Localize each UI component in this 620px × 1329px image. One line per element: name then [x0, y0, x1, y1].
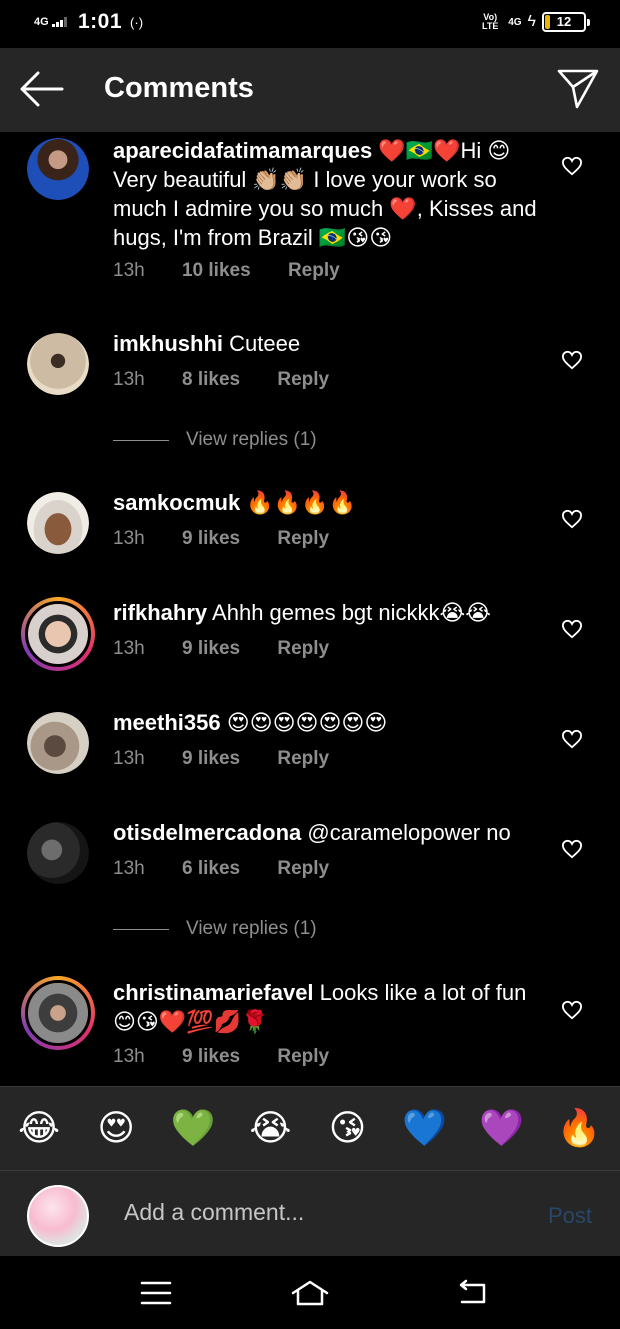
- charging-icon: ϟ: [527, 13, 536, 30]
- reply-button[interactable]: Reply: [277, 638, 329, 659]
- avatar[interactable]: [27, 712, 89, 774]
- comment-text: 😍😍😍😍😍😍😍: [220, 710, 388, 735]
- comment-likes[interactable]: 9 likes: [182, 528, 240, 549]
- avatar[interactable]: [27, 333, 89, 395]
- comment-text: @caramelopower no: [301, 820, 511, 845]
- volte-indicator: Vo) LTE: [482, 12, 499, 31]
- avatar[interactable]: [21, 597, 95, 671]
- comments-list[interactable]: aparecidafatimamarques ❤️🇧🇷❤️Hi 😊 Very b…: [0, 132, 620, 1086]
- comment-username[interactable]: imkhushhi: [113, 331, 223, 356]
- post-button[interactable]: Post: [548, 1203, 592, 1229]
- comment-time: 13h: [113, 1046, 145, 1067]
- comment-likes[interactable]: 9 likes: [182, 1046, 240, 1067]
- emoji-button[interactable]: 😂: [16, 1108, 62, 1149]
- reply-button[interactable]: Reply: [277, 369, 329, 390]
- reply-button[interactable]: Reply: [277, 748, 329, 769]
- comment-username[interactable]: meethi356: [113, 710, 221, 735]
- comment-username[interactable]: rifkhahry: [113, 600, 207, 625]
- reply-button[interactable]: Reply: [277, 1046, 329, 1067]
- arrow-left-icon[interactable]: [18, 68, 64, 110]
- comment-username[interactable]: otisdelmercadona: [113, 820, 301, 845]
- menu-icon[interactable]: [136, 1278, 176, 1308]
- view-replies-label[interactable]: View replies (1): [186, 918, 317, 940]
- view-replies-label[interactable]: View replies (1): [186, 429, 317, 451]
- emoji-button[interactable]: 😭: [247, 1108, 293, 1149]
- comment-username[interactable]: christinamariefavel: [113, 980, 314, 1005]
- comment-text: Cuteee: [223, 331, 301, 356]
- comment-composer: Post: [0, 1170, 620, 1256]
- avatar[interactable]: [21, 976, 95, 1050]
- battery-level: 12: [556, 14, 572, 29]
- comment-likes[interactable]: 8 likes: [182, 369, 240, 390]
- heart-icon[interactable]: [561, 839, 583, 859]
- comment-likes[interactable]: 9 likes: [182, 748, 240, 769]
- signal-icon: [52, 17, 68, 27]
- battery-fill: [545, 15, 550, 29]
- page-title: Comments: [104, 72, 254, 104]
- avatar[interactable]: [27, 822, 89, 884]
- header: Comments: [0, 48, 620, 132]
- battery-icon: 12: [542, 12, 590, 32]
- reply-button[interactable]: Reply: [277, 528, 329, 549]
- heart-icon[interactable]: [561, 350, 583, 370]
- reply-button[interactable]: Reply: [288, 260, 340, 281]
- comment-username[interactable]: aparecidafatimamarques: [113, 138, 372, 163]
- comment-likes[interactable]: 10 likes: [182, 260, 251, 281]
- back-nav-icon[interactable]: [452, 1278, 492, 1308]
- emoji-button[interactable]: 🔥: [556, 1108, 602, 1149]
- comment-time: 13h: [113, 369, 145, 390]
- emoji-reaction-bar: 😂 😍 💚 😭 😘 💙 💜 🔥: [0, 1086, 620, 1170]
- emoji-button[interactable]: 😘: [325, 1108, 371, 1149]
- paper-plane-icon[interactable]: [556, 66, 600, 110]
- avatar[interactable]: [27, 492, 89, 554]
- my-avatar: [27, 1185, 89, 1247]
- status-bar: 4G 1:01 (·) Vo) LTE 4G ϟ 12: [0, 0, 620, 48]
- heart-icon[interactable]: [561, 1000, 583, 1020]
- comment-time: 13h: [113, 858, 145, 879]
- emoji-button[interactable]: 💚: [170, 1108, 216, 1149]
- comment-time: 13h: [113, 638, 145, 659]
- comment-text: Ahhh gemes bgt nickkk😭😭: [207, 600, 491, 625]
- home-icon[interactable]: [290, 1278, 330, 1308]
- heart-icon[interactable]: [561, 729, 583, 749]
- comment-time: 13h: [113, 748, 145, 769]
- comment-time: 13h: [113, 528, 145, 549]
- heart-icon[interactable]: [561, 509, 583, 529]
- comment-username[interactable]: samkocmuk: [113, 490, 240, 515]
- heart-icon[interactable]: [561, 619, 583, 639]
- system-nav-bar: [0, 1256, 620, 1329]
- network-type-2: 4G: [508, 16, 522, 28]
- comment-likes[interactable]: 9 likes: [182, 638, 240, 659]
- emoji-button[interactable]: 😍: [93, 1108, 139, 1149]
- reply-button[interactable]: Reply: [277, 858, 329, 879]
- comment-input[interactable]: [124, 1199, 504, 1226]
- emoji-button[interactable]: 💙: [402, 1108, 448, 1149]
- emoji-button[interactable]: 💜: [479, 1108, 525, 1149]
- avatar[interactable]: [27, 138, 89, 200]
- hotspot-icon: (·): [130, 14, 144, 30]
- network-type: 4G: [34, 16, 49, 28]
- comment-text: 🔥🔥🔥🔥: [240, 490, 356, 515]
- view-replies-link[interactable]: View replies (1): [113, 429, 317, 451]
- comment-likes[interactable]: 6 likes: [182, 858, 240, 879]
- comment-time: 13h: [113, 260, 145, 281]
- clock: 1:01: [78, 10, 123, 33]
- heart-icon[interactable]: [561, 156, 583, 176]
- view-replies-link[interactable]: View replies (1): [113, 918, 317, 940]
